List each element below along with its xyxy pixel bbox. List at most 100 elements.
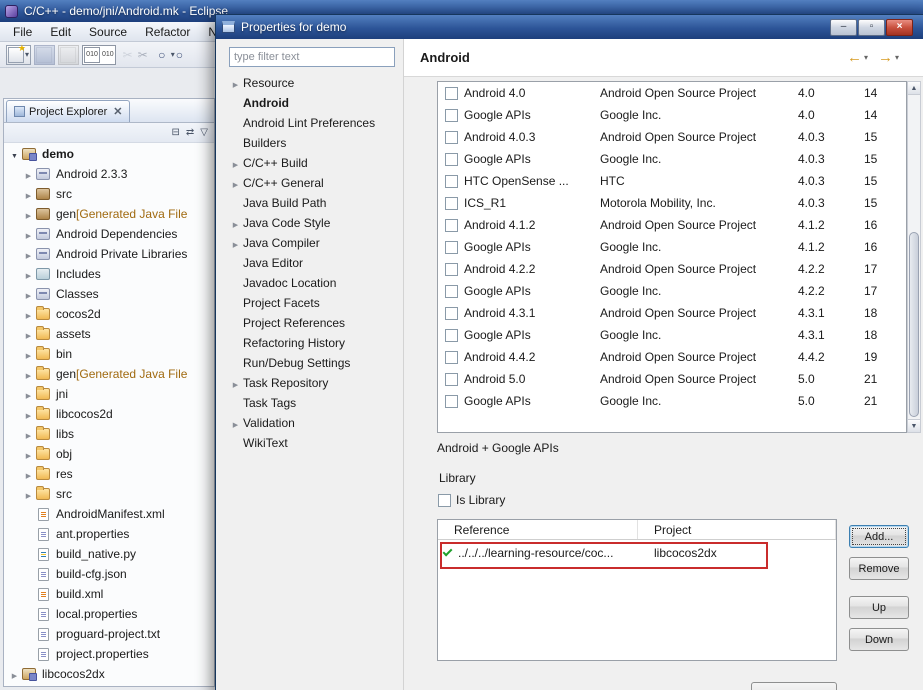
tree-item[interactable]: src <box>4 484 214 504</box>
sdk-target-row[interactable]: ICS_R1 Motorola Mobility, Inc. 4.0.3 15 <box>438 192 906 214</box>
tree-item[interactable]: src <box>4 184 214 204</box>
add-button[interactable]: Add... <box>849 525 909 548</box>
properties-nav-item[interactable]: Validation <box>229 413 399 433</box>
down-button[interactable]: Down <box>849 628 909 651</box>
sdk-target-checkbox[interactable] <box>444 240 458 254</box>
sdk-table-scrollbar[interactable]: ▲ ▼ <box>907 81 921 433</box>
sdk-target-row[interactable]: Android 4.0 Android Open Source Project … <box>438 82 906 104</box>
tree-item[interactable]: build-cfg.json <box>4 564 214 584</box>
up-button[interactable]: Up <box>849 596 909 619</box>
forward-history-caret-icon[interactable]: ▾ <box>895 53 899 62</box>
expand-arrow-icon[interactable] <box>22 167 35 181</box>
sdk-target-checkbox[interactable] <box>444 86 458 100</box>
sdk-target-checkbox[interactable] <box>444 130 458 144</box>
print-icon[interactable] <box>58 44 80 65</box>
tree-item[interactable]: res <box>4 464 214 484</box>
sdk-target-row[interactable]: Google APIs Google Inc. 4.2.2 17 <box>438 280 906 302</box>
sdk-target-row[interactable]: Android 4.1.2 Android Open Source Projec… <box>438 214 906 236</box>
expand-arrow-icon[interactable] <box>22 487 35 501</box>
sdk-target-row[interactable]: Android 4.3.1 Android Open Source Projec… <box>438 302 906 324</box>
properties-nav-item[interactable]: Run/Debug Settings <box>229 353 399 373</box>
properties-nav-item[interactable]: Project References <box>229 313 399 333</box>
properties-nav-item[interactable]: Java Compiler <box>229 233 399 253</box>
sdk-target-row[interactable]: Android 4.0.3 Android Open Source Projec… <box>438 126 906 148</box>
tree-item[interactable]: proguard-project.txt <box>4 624 214 644</box>
properties-nav-item[interactable]: WikiText <box>229 433 399 453</box>
sdk-target-checkbox[interactable] <box>444 174 458 188</box>
is-library-checkbox[interactable] <box>438 493 451 507</box>
properties-nav-item[interactable]: Builders <box>229 133 399 153</box>
properties-nav-item[interactable]: Javadoc Location <box>229 273 399 293</box>
tree-item[interactable]: gen [Generated Java File <box>4 364 214 384</box>
tab-project-explorer[interactable]: Project Explorer ✕ <box>6 100 131 122</box>
search-icon[interactable]: ▾ <box>152 45 185 65</box>
expand-arrow-icon[interactable] <box>229 416 242 430</box>
sdk-target-checkbox[interactable] <box>444 108 458 122</box>
tree-item[interactable]: libcocos2d <box>4 404 214 424</box>
expand-arrow-icon[interactable] <box>22 387 35 401</box>
properties-nav-item[interactable]: Refactoring History <box>229 333 399 353</box>
expand-arrow-icon[interactable] <box>22 247 35 261</box>
binary-console-icon[interactable] <box>82 44 116 65</box>
tree-item[interactable]: local.properties <box>4 604 214 624</box>
tree-item[interactable]: obj <box>4 444 214 464</box>
close-icon[interactable]: × <box>886 18 913 36</box>
library-reference-row[interactable]: ../../../learning-resource/coc... libcoc… <box>438 540 836 566</box>
sdk-target-row[interactable]: Google APIs Google Inc. 4.1.2 16 <box>438 236 906 258</box>
back-history-caret-icon[interactable]: ▾ <box>864 53 868 62</box>
sdk-target-row[interactable]: Google APIs Google Inc. 5.0 21 <box>438 390 906 412</box>
menu-item[interactable]: Edit <box>41 23 80 41</box>
properties-nav-item[interactable]: Task Tags <box>229 393 399 413</box>
scroll-up-icon[interactable]: ▲ <box>908 82 920 95</box>
sdk-target-row[interactable]: HTC OpenSense ... HTC 4.0.3 15 <box>438 170 906 192</box>
expand-arrow-icon[interactable] <box>229 216 242 230</box>
sdk-target-checkbox[interactable] <box>444 372 458 386</box>
sdk-target-checkbox[interactable] <box>444 152 458 166</box>
collapse-all-icon[interactable]: ⊟ <box>172 127 180 138</box>
link-with-editor-icon[interactable]: ⇄ <box>186 127 194 138</box>
menu-item[interactable]: Source <box>80 23 136 41</box>
tree-item[interactable]: Android Dependencies <box>4 224 214 244</box>
expand-arrow-icon[interactable] <box>22 287 35 301</box>
properties-nav-item[interactable]: Java Build Path <box>229 193 399 213</box>
tree-item[interactable]: project.properties <box>4 644 214 664</box>
tree-item[interactable]: Android 2.3.3 <box>4 164 214 184</box>
expand-arrow-icon[interactable] <box>22 427 35 441</box>
properties-nav-item[interactable]: Java Editor <box>229 253 399 273</box>
column-header-reference[interactable]: Reference <box>438 520 638 539</box>
properties-nav-item[interactable]: Resource <box>229 73 399 93</box>
tree-item[interactable]: assets <box>4 324 214 344</box>
tree-item[interactable]: gen [Generated Java File <box>4 204 214 224</box>
sdk-target-row[interactable]: Google APIs Google Inc. 4.3.1 18 <box>438 324 906 346</box>
sdk-target-row[interactable]: Android 5.0 Android Open Source Project … <box>438 368 906 390</box>
properties-nav-item[interactable]: Task Repository <box>229 373 399 393</box>
expand-arrow-icon[interactable] <box>22 187 35 201</box>
expand-arrow-icon[interactable] <box>22 227 35 241</box>
tree-item[interactable]: jni <box>4 384 214 404</box>
sdk-target-row[interactable]: Android 4.4.2 Android Open Source Projec… <box>438 346 906 368</box>
sdk-target-row[interactable]: Google APIs Google Inc. 4.0.3 15 <box>438 148 906 170</box>
expand-arrow-icon[interactable] <box>8 147 21 161</box>
view-menu-icon[interactable]: ▽ <box>200 127 208 138</box>
sdk-target-checkbox[interactable] <box>444 328 458 342</box>
expand-arrow-icon[interactable] <box>22 307 35 321</box>
sdk-target-checkbox[interactable] <box>444 306 458 320</box>
expand-arrow-icon[interactable] <box>22 347 35 361</box>
expand-arrow-icon[interactable] <box>229 156 242 170</box>
expand-arrow-icon[interactable] <box>22 447 35 461</box>
minimize-icon[interactable]: – <box>830 18 857 36</box>
tree-item[interactable]: cocos2d <box>4 304 214 324</box>
sdk-target-checkbox[interactable] <box>444 262 458 276</box>
maximize-icon[interactable]: ▫ <box>858 18 885 36</box>
tree-item[interactable]: libcocos2dx <box>4 664 214 684</box>
expand-arrow-icon[interactable] <box>22 467 35 481</box>
column-header-project[interactable]: Project <box>638 520 836 539</box>
properties-nav-item[interactable]: Project Facets <box>229 293 399 313</box>
tree-item[interactable]: AndroidManifest.xml <box>4 504 214 524</box>
tree-item[interactable]: Android Private Libraries <box>4 244 214 264</box>
new-wizard-icon[interactable]: ▾ <box>6 43 32 65</box>
expand-arrow-icon[interactable] <box>8 667 21 681</box>
filter-input[interactable] <box>229 47 395 67</box>
tree-item[interactable]: ant.properties <box>4 524 214 544</box>
dialog-titlebar[interactable]: Properties for demo – ▫ × <box>216 15 923 39</box>
